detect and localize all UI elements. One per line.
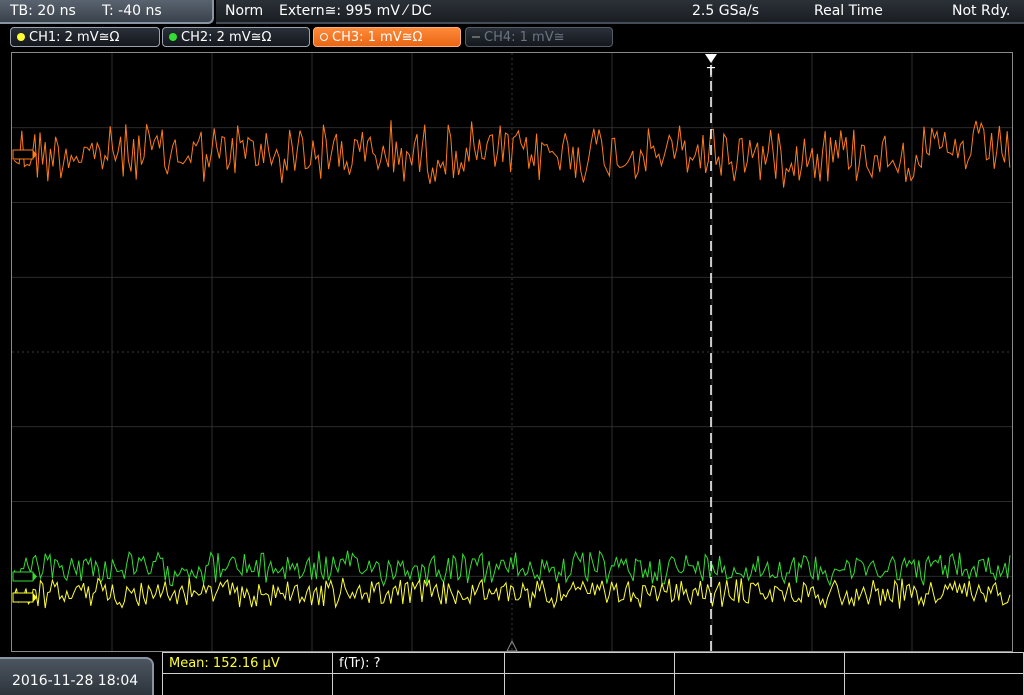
channel-tab-ch3[interactable]: CH3: 1 mV≅Ω	[313, 27, 461, 47]
date-time: 2016-11-28 18:04	[12, 673, 139, 689]
meas-cell-mean[interactable]: Mean: 152.16 µV	[163, 653, 333, 674]
channel-tab-ch1[interactable]: CH1: 2 mV≅Ω	[10, 27, 160, 47]
trigger-arrow-icon[interactable]	[705, 54, 717, 63]
ch3-waveform	[13, 120, 1011, 188]
mean-measurement: Mean: 152.16 µV	[169, 656, 280, 671]
channel-label: CH2: 2 mV≅Ω	[181, 29, 272, 45]
ch4-color-icon	[472, 36, 480, 38]
meas-cell-empty-2[interactable]	[675, 653, 845, 674]
top-status-bar: TB: 20 ns T: -40 ns Norm Extern≅: 995 mV…	[0, 0, 1024, 26]
channel-label: CH1: 2 mV≅Ω	[29, 29, 120, 45]
waveform-svg[interactable]: T	[12, 53, 1012, 651]
channel-tab-ch4[interactable]: CH4: 1 mV≅	[465, 27, 613, 47]
channel-label: CH4: 1 mV≅	[484, 29, 565, 45]
meas-cell-empty-1[interactable]	[505, 653, 675, 674]
meas-cell-empty-7[interactable]	[675, 674, 845, 695]
trigger-marker-label: T	[706, 66, 715, 81]
timebase-readout[interactable]: TB: 20 ns	[10, 3, 76, 19]
ch3-offset-marker[interactable]	[12, 149, 37, 160]
ch1-color-icon	[17, 33, 25, 41]
meas-cell-ftr[interactable]: f(Tr): ?	[333, 653, 505, 674]
acquisition-mode[interactable]: Norm	[225, 3, 263, 19]
time-mode[interactable]: Real Time	[814, 3, 883, 19]
channel-tab-ch2[interactable]: CH2: 2 mV≅Ω	[162, 27, 310, 47]
run-status[interactable]: Not Rdy.	[952, 3, 1010, 19]
ch2-color-icon	[169, 33, 177, 41]
channel-label: CH3: 1 mV≅Ω	[332, 29, 423, 45]
waveform-display[interactable]: T	[11, 52, 1013, 652]
ch1-offset-marker[interactable]	[12, 592, 37, 603]
measurement-table[interactable]: Mean: 152.16 µV f(Tr): ?	[162, 652, 1024, 695]
meas-cell-empty-5[interactable]	[333, 674, 505, 695]
meas-cell-empty-8[interactable]	[845, 674, 1024, 695]
channel-tabs: CH1: 2 mV≅Ω CH2: 2 mV≅Ω CH3: 1 mV≅Ω CH4:…	[0, 26, 1024, 48]
ftr-measurement: f(Tr): ?	[339, 656, 381, 671]
acquisition-status-bar: Norm Extern≅: 995 mV ⁄ DC 2.5 GSa/s Real…	[216, 0, 1024, 24]
trigger-source[interactable]: Extern≅: 995 mV ⁄ DC	[279, 3, 432, 19]
ch3-color-icon	[320, 33, 328, 41]
timebase-panel[interactable]: TB: 20 ns T: -40 ns	[0, 0, 214, 24]
bottom-bar: 2016-11-28 18:04 Mean: 152.16 µV f(Tr): …	[0, 652, 1024, 695]
sample-rate[interactable]: 2.5 GSa/s	[692, 3, 759, 19]
trigger-time-readout[interactable]: T: -40 ns	[102, 3, 162, 19]
meas-cell-empty-4[interactable]	[163, 674, 333, 695]
meas-cell-empty-6[interactable]	[505, 674, 675, 695]
meas-cell-empty-3[interactable]	[845, 653, 1024, 674]
date-time-panel: 2016-11-28 18:04	[0, 657, 154, 695]
ch2-offset-marker[interactable]	[12, 571, 37, 582]
